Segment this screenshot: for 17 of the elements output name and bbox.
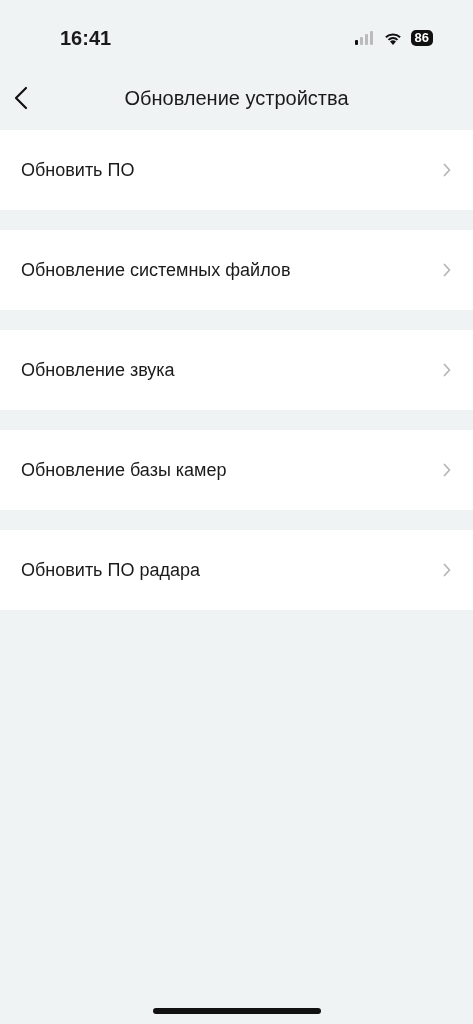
chevron-icon bbox=[443, 263, 451, 277]
menu-row[interactable]: Обновить ПО bbox=[0, 130, 473, 210]
status-time: 16:41 bbox=[60, 26, 112, 50]
menu-row[interactable]: Обновить ПО радара bbox=[0, 530, 473, 610]
battery-level: 86 bbox=[410, 30, 433, 46]
back-button[interactable] bbox=[12, 86, 30, 110]
chevron-icon bbox=[443, 463, 451, 477]
chevron-icon bbox=[443, 563, 451, 577]
screen-title: Обновление устройства bbox=[124, 86, 349, 110]
chevron-icon bbox=[443, 363, 451, 377]
menu-row[interactable]: Обновление системных файлов bbox=[0, 230, 473, 310]
menu-row[interactable]: Обновление базы камер bbox=[0, 430, 473, 510]
chevron-icon bbox=[443, 163, 451, 177]
back-icon bbox=[14, 86, 28, 110]
signal-icon bbox=[354, 31, 375, 45]
menu-row[interactable]: Обновление звука bbox=[0, 330, 473, 410]
wifi-icon bbox=[382, 31, 403, 45]
